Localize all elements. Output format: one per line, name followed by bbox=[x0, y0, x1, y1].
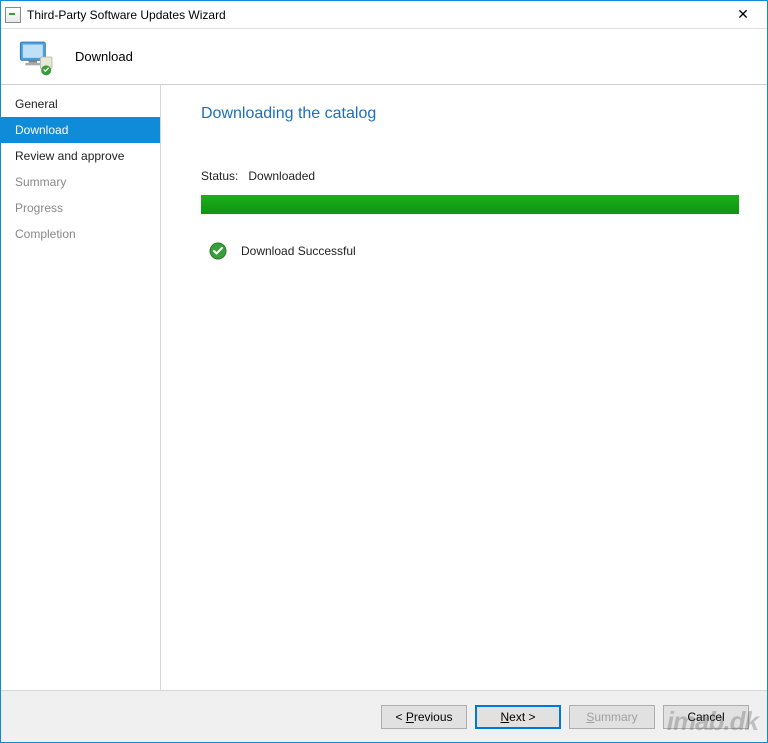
cancel-button[interactable]: Cancel bbox=[663, 705, 749, 729]
body-area: General Download Review and approve Summ… bbox=[1, 85, 767, 690]
app-icon bbox=[5, 7, 21, 23]
status-value: Downloaded bbox=[248, 169, 315, 183]
main-content: Downloading the catalog Status: Download… bbox=[161, 85, 767, 690]
sidebar-item-general[interactable]: General bbox=[1, 91, 160, 117]
sidebar-item-label: Summary bbox=[15, 175, 66, 189]
sidebar-item-label: General bbox=[15, 97, 58, 111]
sidebar-item-label: Download bbox=[15, 123, 68, 137]
page-heading: Downloading the catalog bbox=[201, 105, 739, 123]
result-text: Download Successful bbox=[241, 244, 356, 258]
wizard-window: Third-Party Software Updates Wizard ✕ Do… bbox=[0, 0, 768, 743]
success-check-icon bbox=[209, 242, 227, 260]
sidebar-item-label: Review and approve bbox=[15, 149, 124, 163]
header-banner: Download bbox=[1, 29, 767, 85]
window-title: Third-Party Software Updates Wizard bbox=[27, 8, 723, 22]
sidebar-item-label: Progress bbox=[15, 201, 63, 215]
sidebar-item-progress[interactable]: Progress bbox=[1, 195, 160, 221]
next-button[interactable]: Next > bbox=[475, 705, 561, 729]
status-row: Status: Downloaded bbox=[201, 169, 739, 183]
sidebar-item-completion[interactable]: Completion bbox=[1, 221, 160, 247]
title-bar: Third-Party Software Updates Wizard ✕ bbox=[1, 1, 767, 29]
sidebar-item-summary[interactable]: Summary bbox=[1, 169, 160, 195]
sidebar: General Download Review and approve Summ… bbox=[1, 85, 161, 690]
sidebar-item-download[interactable]: Download bbox=[1, 117, 160, 143]
progress-bar bbox=[201, 195, 739, 214]
footer: < Previous Next > Summary Cancel bbox=[1, 690, 767, 742]
sidebar-item-review[interactable]: Review and approve bbox=[1, 143, 160, 169]
status-label: Status: bbox=[201, 169, 238, 183]
header-title: Download bbox=[75, 49, 133, 64]
monitor-download-icon bbox=[17, 37, 57, 77]
sidebar-item-label: Completion bbox=[15, 227, 76, 241]
close-button[interactable]: ✕ bbox=[723, 3, 763, 27]
previous-button[interactable]: < Previous bbox=[381, 705, 467, 729]
result-row: Download Successful bbox=[201, 242, 739, 260]
summary-button: Summary bbox=[569, 705, 655, 729]
